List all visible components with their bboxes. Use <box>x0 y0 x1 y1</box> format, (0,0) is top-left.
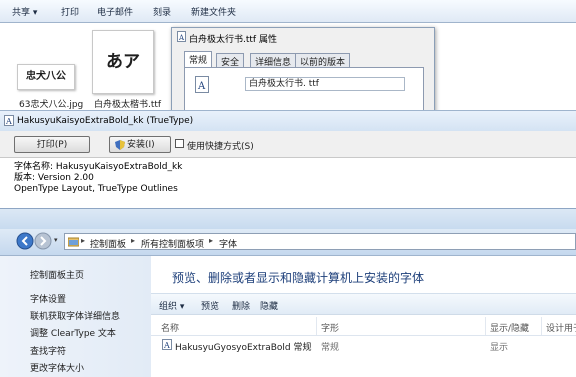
shortcut-checkbox[interactable] <box>175 139 184 148</box>
share-menu[interactable]: 共享 ▾ <box>12 5 37 18</box>
svg-text:A: A <box>197 81 206 92</box>
column-divider[interactable] <box>485 317 486 335</box>
font-version-line: 版本: Version 2.00 <box>14 173 94 183</box>
font-viewer-titlebar: A HakusyuKaisyoExtraBold_kk (TrueType) <box>0 110 576 132</box>
address-bar-area: ▾ ▸ 控制面板 ▸ 所有控制面板项 ▸ 字体 <box>0 229 576 256</box>
column-name[interactable]: 名称 <box>161 321 179 334</box>
chevron-right-icon[interactable]: ▸ <box>209 236 213 245</box>
image-file-thumbnail[interactable]: 忠犬八公 <box>17 64 75 90</box>
control-panel-icon <box>68 237 79 247</box>
column-divider[interactable] <box>316 317 317 335</box>
organize-menu[interactable]: 组织 ▾ <box>159 299 184 312</box>
hide-command[interactable]: 隐藏 <box>260 299 278 312</box>
thumbnail-text: 忠犬八公 <box>26 71 66 82</box>
sidebar: 控制面板主页 字体设置 联机获取字体详细信息 调整 ClearType 文本 查… <box>0 256 151 377</box>
burn-menu[interactable]: 刻录 <box>153 5 171 18</box>
install-label: 安装(I) <box>127 140 155 150</box>
explorer-toolbar: 共享 ▾ 打印 电子邮件 刻录 新建文件夹 <box>0 0 576 23</box>
tab-previous-versions[interactable]: 以前的版本 <box>295 53 351 68</box>
svg-text:A: A <box>5 117 12 126</box>
dialog-title: 白舟极太行书.ttf 属性 <box>189 35 277 45</box>
delete-command[interactable]: 删除 <box>232 299 250 312</box>
back-arrow-icon[interactable] <box>16 232 34 250</box>
email-menu[interactable]: 电子邮件 <box>97 5 133 18</box>
svg-text:A: A <box>178 34 185 42</box>
preview-command[interactable]: 预览 <box>201 299 219 312</box>
font-viewer-button-bar: 打印(P) 安装(I) 使用快捷方式(S) <box>0 131 576 158</box>
column-header-row: 名称 字形 显示/隐藏 设计用于 <box>151 317 576 336</box>
font-icon: A <box>4 115 14 126</box>
print-menu[interactable]: 打印 <box>61 5 79 18</box>
font-file-thumbnail[interactable]: あア <box>92 30 154 94</box>
thumbnail-glyphs: あア <box>106 52 140 72</box>
address-bar[interactable]: ▸ 控制面板 ▸ 所有控制面板项 ▸ 字体 <box>64 233 576 250</box>
font-format-line: OpenType Layout, TrueType Outlines <box>14 184 178 194</box>
shortcut-label: 使用快捷方式(S) <box>187 142 254 152</box>
file-label: 63忠犬八公.jpg <box>19 100 84 110</box>
font-name-line: 字体名称: HakusyuKaisyoExtraBold_kk <box>14 162 183 172</box>
column-divider[interactable] <box>541 317 542 335</box>
font-viewer-window: A HakusyuKaisyoExtraBold_kk (TrueType) 打… <box>0 110 576 210</box>
tab-security[interactable]: 安全 <box>216 53 245 68</box>
column-visibility[interactable]: 显示/隐藏 <box>490 321 529 334</box>
tab-details[interactable]: 详细信息 <box>250 53 297 68</box>
font-icon: A <box>162 339 172 350</box>
page-heading: 预览、删除或者显示和隐藏计算机上安装的字体 <box>172 271 425 285</box>
recent-pages-dropdown-icon[interactable]: ▾ <box>54 236 58 244</box>
sidebar-item-online-details[interactable]: 联机获取字体详细信息 <box>30 309 120 322</box>
shield-icon <box>115 140 125 150</box>
sidebar-item-font-settings[interactable]: 字体设置 <box>30 292 66 305</box>
column-style[interactable]: 字形 <box>321 321 339 334</box>
print-button[interactable]: 打印(P) <box>14 136 90 153</box>
chevron-right-icon[interactable]: ▸ <box>81 236 85 245</box>
file-label: 白舟极太楷书.ttf <box>94 100 162 110</box>
sidebar-item-font-size[interactable]: 更改字体大小 <box>30 361 84 374</box>
sidebar-item-find-character[interactable]: 查找字符 <box>30 344 66 357</box>
sidebar-item-cleartype[interactable]: 调整 ClearType 文本 <box>30 326 116 339</box>
font-info: 字体名称: HakusyuKaisyoExtraBold_kk 版本: Vers… <box>14 162 182 195</box>
breadcrumb-control-panel[interactable]: 控制面板 <box>90 237 126 250</box>
font-visibility-cell: 显示 <box>490 343 509 353</box>
font-style-cell: 常规 <box>321 343 340 353</box>
font-name-cell: HakusyuGyosyoExtraBold 常规 <box>175 343 312 353</box>
breadcrumb-fonts[interactable]: 字体 <box>219 237 237 250</box>
column-designed-for[interactable]: 设计用于 <box>546 321 576 334</box>
filename-field[interactable]: 白舟极太行书. ttf <box>245 77 405 91</box>
forward-arrow-icon[interactable] <box>34 232 52 250</box>
control-panel-window: ▾ ▸ 控制面板 ▸ 所有控制面板项 ▸ 字体 控制面板主页 字体设置 联机获取… <box>0 208 576 377</box>
font-list-row[interactable]: A HakusyuGyosyoExtraBold 常规 常规 显示 <box>151 337 576 353</box>
new-folder-menu[interactable]: 新建文件夹 <box>191 5 236 18</box>
font-file-icon: A <box>195 76 209 93</box>
svg-text:A: A <box>163 341 170 350</box>
chevron-right-icon[interactable]: ▸ <box>131 236 135 245</box>
install-button[interactable]: 安装(I) <box>109 136 171 153</box>
breadcrumb-all-items[interactable]: 所有控制面板项 <box>141 237 204 250</box>
tab-general[interactable]: 常规 <box>184 51 213 68</box>
window-title: HakusyuKaisyoExtraBold_kk (TrueType) <box>17 116 194 126</box>
font-file-icon: A <box>177 31 186 42</box>
sidebar-item-home[interactable]: 控制面板主页 <box>30 268 84 281</box>
command-bar: 组织 ▾ 预览 删除 隐藏 <box>151 293 576 315</box>
control-panel-titlebar <box>0 209 576 229</box>
